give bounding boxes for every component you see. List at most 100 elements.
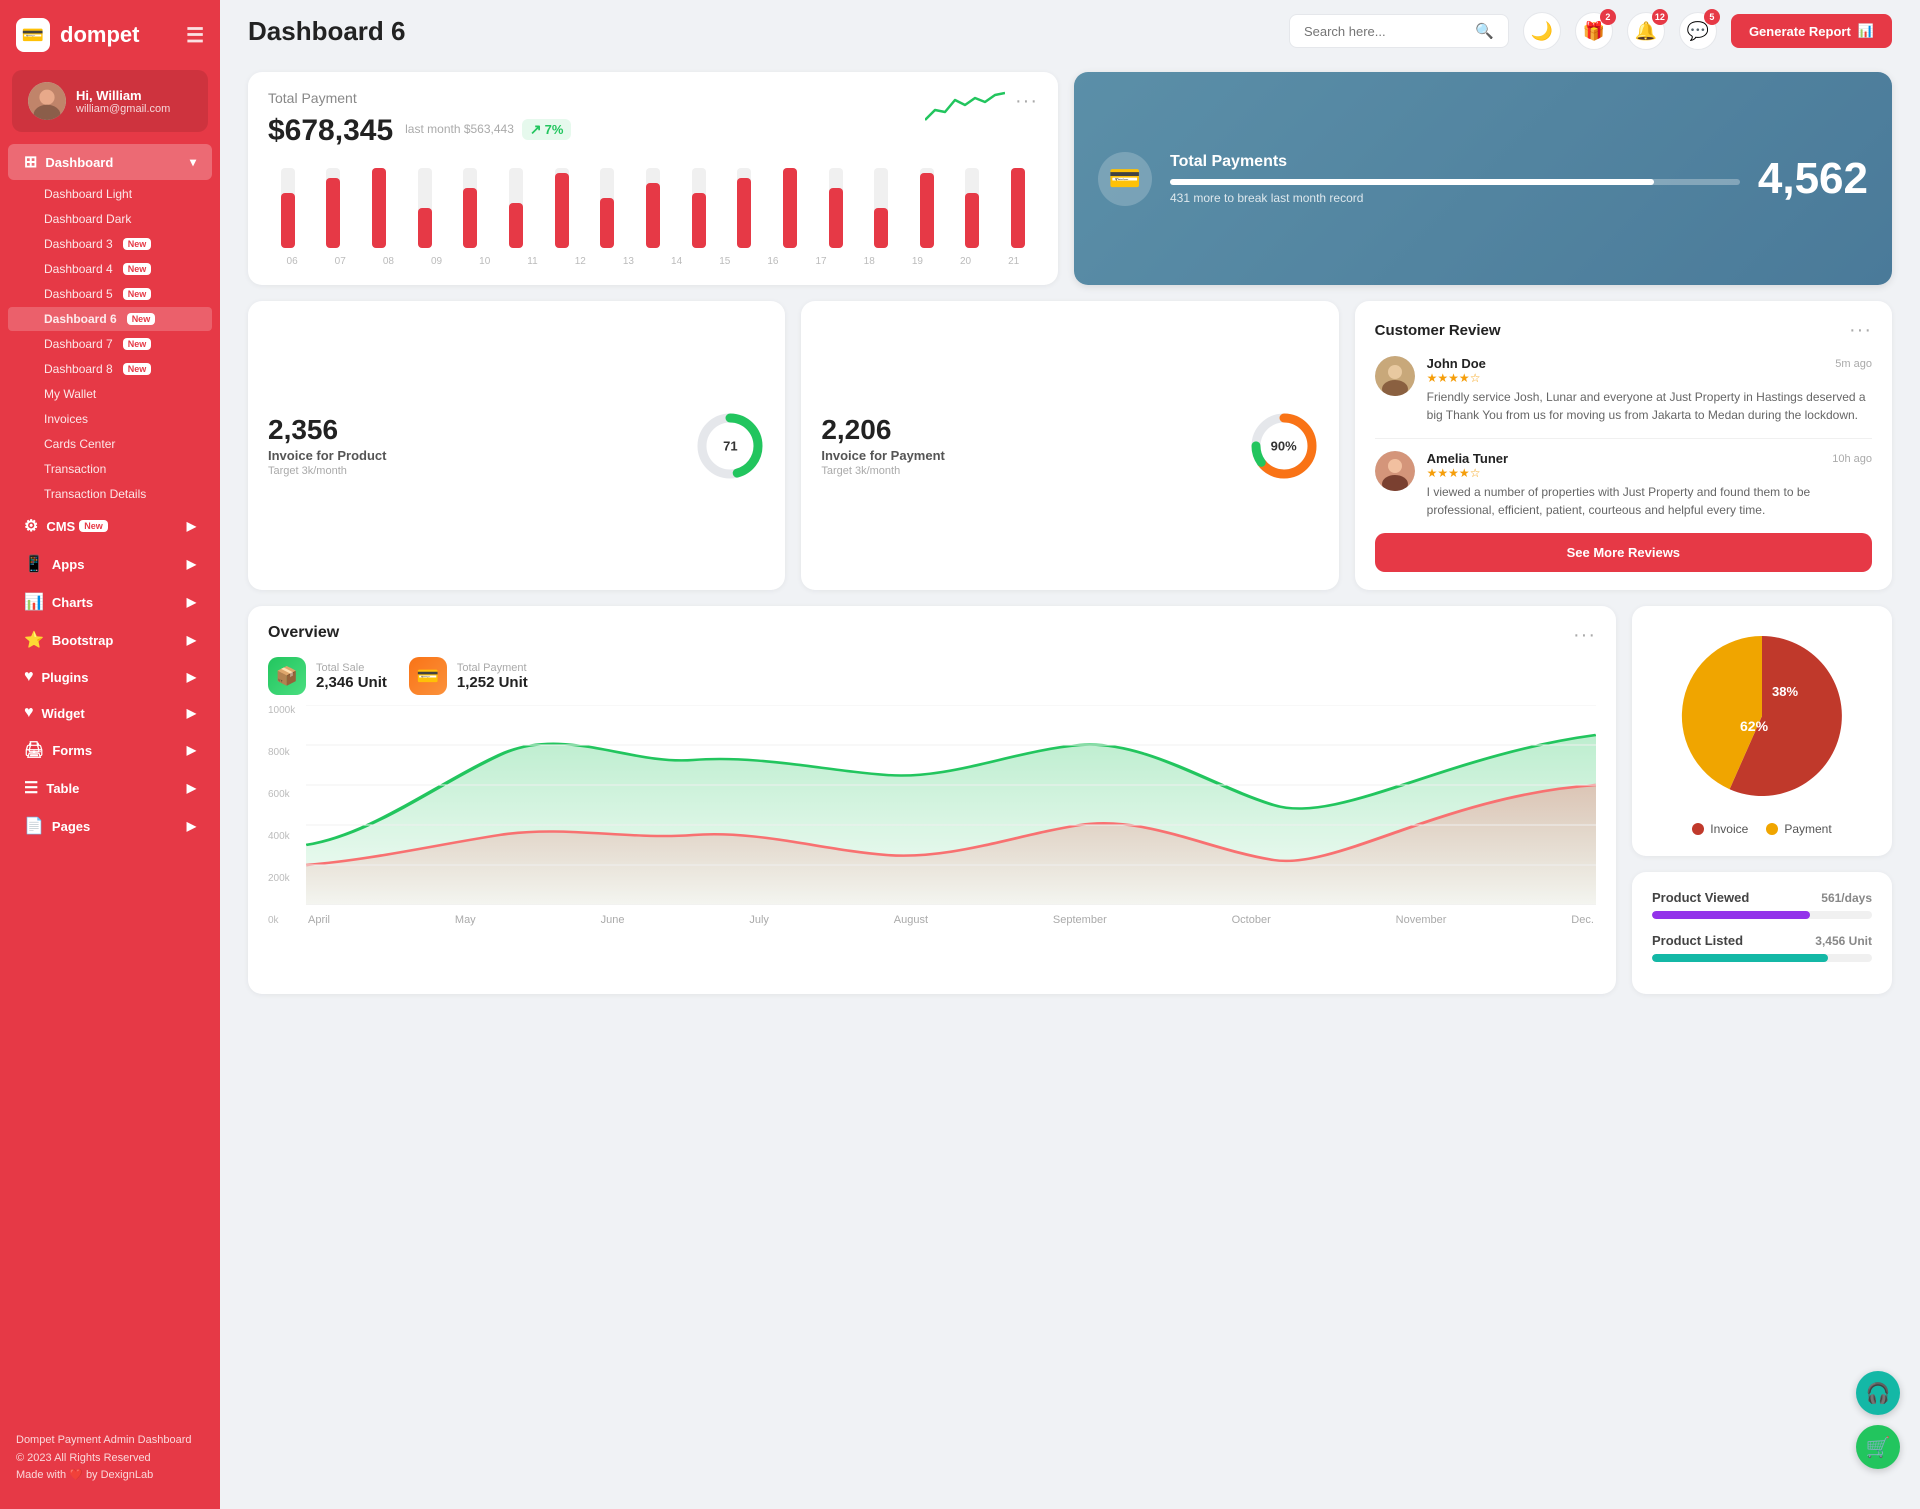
search-input[interactable] <box>1304 24 1467 39</box>
cart-button[interactable]: 🛒 <box>1856 1425 1900 1469</box>
invoice-payment-target: Target 3k/month <box>821 465 1234 477</box>
chat-btn[interactable]: 💬 5 <box>1679 12 1717 50</box>
sidebar-item-dashboard-7[interactable]: Dashboard 7New <box>8 332 212 356</box>
total-payment-label: Total Payment <box>457 662 528 674</box>
bar-group <box>679 168 719 248</box>
legend-invoice-label: Invoice <box>1710 822 1748 836</box>
sidebar-item-charts[interactable]: 📊 Charts ▶ <box>8 584 212 620</box>
sidebar-item-dashboard-light[interactable]: Dashboard Light <box>8 182 212 206</box>
headset-button[interactable]: 🎧 <box>1856 1371 1900 1415</box>
legend-payment-label: Payment <box>1784 822 1831 836</box>
review-divider <box>1375 438 1872 439</box>
invoice-product-number: 2,356 <box>268 414 681 446</box>
bell-icon: 🔔 <box>1635 21 1657 42</box>
hamburger-icon[interactable]: ☰ <box>186 23 204 48</box>
payment-dot <box>1766 823 1778 835</box>
bar-group <box>542 168 582 248</box>
bar-fill <box>920 173 934 248</box>
invoice-dot <box>1692 823 1704 835</box>
bar-fill <box>372 168 386 248</box>
bar-bg <box>783 168 797 248</box>
product-listed-header: Product Listed 3,456 Unit <box>1652 933 1872 948</box>
product-viewed-header: Product Viewed 561/days <box>1652 890 1872 905</box>
total-amount: $678,345 <box>268 114 393 148</box>
blue-sub: 431 more to break last month record <box>1170 191 1740 205</box>
review-text: I viewed a number of properties with Jus… <box>1427 483 1872 519</box>
bar-fill <box>829 188 843 248</box>
sidebar-item-transaction[interactable]: Transaction <box>8 457 212 481</box>
x-axis-labels: AprilMayJuneJulyAugustSeptemberOctoberNo… <box>306 914 1596 926</box>
review-header: Customer Review ··· <box>1375 319 1872 342</box>
sidebar-item-dashboard-8[interactable]: Dashboard 8New <box>8 357 212 381</box>
sidebar-item-cards-center[interactable]: Cards Center <box>8 432 212 456</box>
cart-icon: 🛒 <box>1866 1435 1891 1460</box>
blue-info: Total Payments 431 more to break last mo… <box>1170 153 1740 205</box>
sidebar-item-forms[interactable]: 🖨 Forms ▶ <box>8 732 212 768</box>
generate-report-button[interactable]: Generate Report 📊 <box>1731 14 1892 48</box>
user-name: Hi, William <box>76 88 170 103</box>
sidebar-item-plugins[interactable]: ♥ Plugins ▶ <box>8 660 212 694</box>
theme-toggle-btn[interactable]: 🌙 <box>1523 12 1561 50</box>
chat-badge: 5 <box>1704 9 1720 25</box>
bell-btn[interactable]: 🔔 12 <box>1627 12 1665 50</box>
bar-group <box>633 168 673 248</box>
bar-fill <box>418 208 432 248</box>
overview-dots[interactable]: ··· <box>1573 624 1596 647</box>
bar-bg <box>646 168 660 248</box>
review-more-dots[interactable]: ··· <box>1849 319 1872 342</box>
row-1: Total Payment $678,345 last month $563,4… <box>248 72 1892 285</box>
gift-icon: 🎁 <box>1583 21 1605 42</box>
sidebar-item-cms[interactable]: ⚙ CMS New ▶ <box>8 508 212 544</box>
user-profile: Hi, William william@gmail.com <box>12 70 208 132</box>
trend-value: 7% <box>545 122 564 137</box>
sidebar-item-bootstrap[interactable]: ⭐ Bootstrap ▶ <box>8 622 212 658</box>
bar-bg <box>372 168 386 248</box>
legend-payment: Payment <box>1766 822 1831 836</box>
sidebar-item-dashboard-6[interactable]: Dashboard 6New <box>8 307 212 331</box>
sidebar-footer: Dompet Payment Admin Dashboard © 2023 Al… <box>0 1418 220 1489</box>
sidebar-item-table[interactable]: ☰ Table ▶ <box>8 770 212 806</box>
customer-review-card: Customer Review ··· John Doe 5m ago ★★★★… <box>1355 301 1892 590</box>
sidebar-item-widget[interactable]: ♥ Widget ▶ <box>8 696 212 730</box>
gift-btn[interactable]: 🎁 2 <box>1575 12 1613 50</box>
floating-buttons: 🎧 🛒 <box>1856 1371 1900 1469</box>
search-icon: 🔍 <box>1475 22 1494 40</box>
sidebar-item-transaction-details[interactable]: Transaction Details <box>8 482 212 506</box>
more-options-dots[interactable]: ··· <box>1015 90 1038 113</box>
sidebar-item-pages[interactable]: 📄 Pages ▶ <box>8 808 212 844</box>
sidebar-item-apps[interactable]: 📱 Apps ▶ <box>8 546 212 582</box>
sidebar-item-dashboard-dark[interactable]: Dashboard Dark <box>8 207 212 231</box>
invoice-product-info: 2,356 Invoice for Product Target 3k/mont… <box>268 414 681 477</box>
sidebar-item-dashboard-3[interactable]: Dashboard 3New <box>8 232 212 256</box>
sidebar-item-dashboard-4[interactable]: Dashboard 4New <box>8 257 212 281</box>
bar-group <box>953 168 993 248</box>
bar-group <box>770 168 810 248</box>
footer-copy: © 2023 All Rights Reserved <box>16 1450 204 1468</box>
moon-icon: 🌙 <box>1531 21 1553 42</box>
blue-progress-fill <box>1170 179 1654 185</box>
apps-icon: 📱 <box>24 554 44 574</box>
new-badge: New <box>123 288 152 300</box>
bar-bg <box>737 168 751 248</box>
sidebar-item-my-wallet[interactable]: My Wallet <box>8 382 212 406</box>
bar-group <box>451 168 491 248</box>
bar-group <box>268 168 308 248</box>
chevron-right-icon: ▶ <box>187 633 196 647</box>
gift-badge: 2 <box>1600 9 1616 25</box>
see-more-reviews-button[interactable]: See More Reviews <box>1375 533 1872 572</box>
app-name: dompet <box>60 22 139 48</box>
sidebar-item-invoices[interactable]: Invoices <box>8 407 212 431</box>
area-chart-wrap: AprilMayJuneJulyAugustSeptemberOctoberNo… <box>306 705 1596 926</box>
review-item: John Doe 5m ago ★★★★☆ Friendly service J… <box>1375 356 1872 424</box>
bar-fill <box>737 178 751 248</box>
sidebar-item-dashboard-5[interactable]: Dashboard 5New <box>8 282 212 306</box>
blue-label: Total Payments <box>1170 153 1740 171</box>
bar-fill <box>783 168 797 248</box>
review-item: Amelia Tuner 10h ago ★★★★☆ I viewed a nu… <box>1375 451 1872 519</box>
sidebar-item-dashboard[interactable]: ⊞ Dashboard ▾ <box>8 144 212 180</box>
pie-chart-card: 62% 38% Invoice Payment <box>1632 606 1892 856</box>
product-viewed-count: 561/days <box>1821 891 1872 905</box>
pie-svg: 62% 38% <box>1672 626 1852 806</box>
search-box[interactable]: 🔍 <box>1289 14 1509 48</box>
settings-icon: ⚙ <box>24 516 38 536</box>
